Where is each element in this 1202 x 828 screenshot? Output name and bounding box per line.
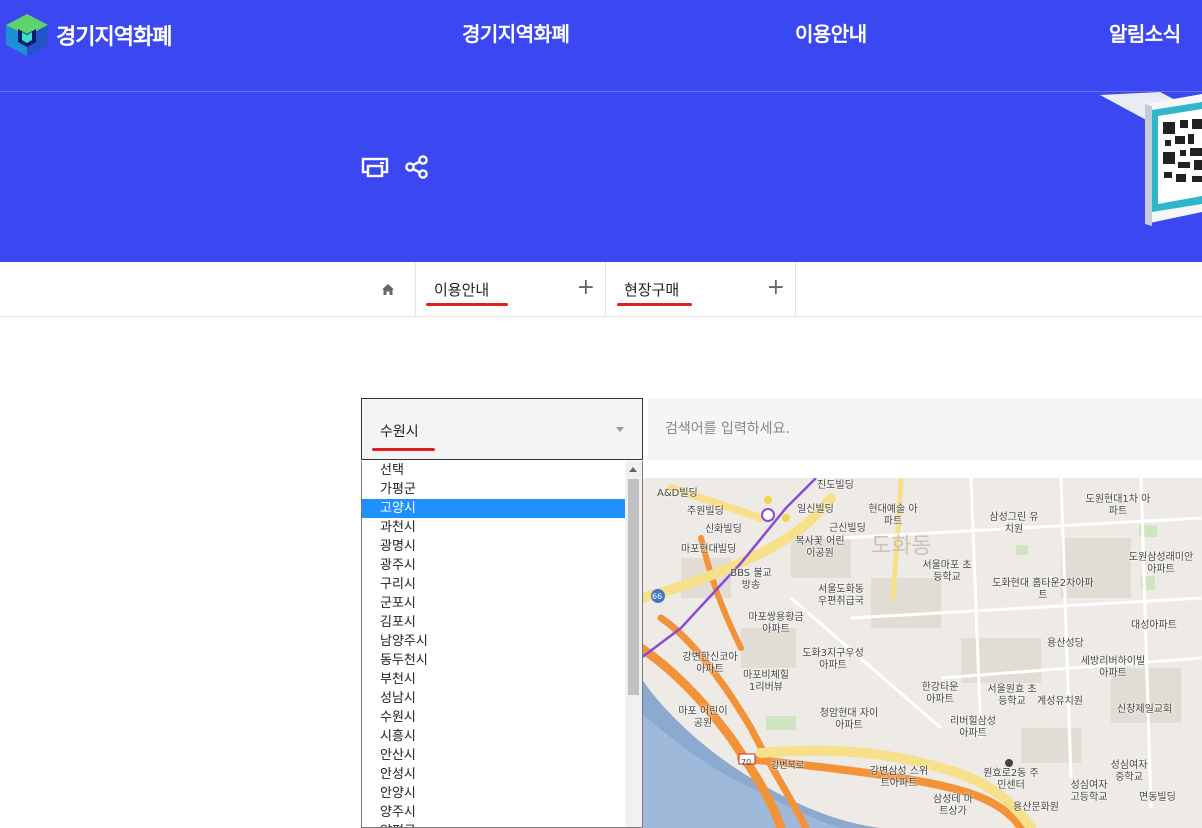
region-option[interactable]: 시흥시 xyxy=(362,727,625,746)
map-label: 한강타운 아파트 xyxy=(921,682,959,705)
qr-code-illustration xyxy=(1100,92,1202,232)
map-label: 진도빌딩 xyxy=(817,480,854,491)
map-label: 현대예술 아파트 xyxy=(868,504,918,527)
share-icon[interactable] xyxy=(402,152,432,182)
search-input[interactable] xyxy=(648,398,1202,460)
map-label: 리버힐삼성 아파트 xyxy=(950,716,996,739)
logo-cube-icon xyxy=(6,14,48,56)
region-option[interactable]: 양주시 xyxy=(362,803,625,822)
map-label: 일신빌딩 xyxy=(797,504,834,515)
nav-item-gyeonggi-currency[interactable]: 경기지역화폐 xyxy=(462,18,570,47)
breadcrumb-home[interactable] xyxy=(360,262,416,316)
map-label: 용산성당 xyxy=(1047,638,1084,649)
map-label: 성심여자 중학교 xyxy=(1110,760,1148,783)
map-label: 70 xyxy=(741,758,752,767)
scrollbar-thumb[interactable] xyxy=(628,479,639,695)
region-option[interactable]: 안산시 xyxy=(362,746,625,765)
site-logo[interactable]: 경기지역화폐 xyxy=(4,12,172,58)
map-label: 면동빌딩 xyxy=(1139,792,1176,803)
map-label: 세방리버하이빌 아파트 xyxy=(1080,656,1146,679)
map-label: 도화3지구우성 아파트 xyxy=(802,648,864,671)
site-header: 경기지역화폐 경기지역화폐 이용안내 알림소식 xyxy=(0,0,1202,262)
chevron-down-icon xyxy=(616,427,624,432)
region-option[interactable]: 과천시 xyxy=(362,518,625,537)
store-map[interactable]: A&D빌딩 주원빌딩 신화빌딩 마포현대빌딩 진도빌딩 일신빌딩 근신빌딩 복사… xyxy=(641,478,1202,828)
breadcrumb-item-onsite-purchase[interactable]: 현장구매 + xyxy=(606,262,796,316)
map-label: 대성아파트 xyxy=(1131,620,1177,631)
map-label: 도원현대1차 아파트 xyxy=(1085,494,1151,517)
map-label: 마포비체힐 1리버뷰 xyxy=(743,670,789,693)
annotation-underline xyxy=(426,303,508,306)
region-option[interactable]: 선택 xyxy=(362,461,625,480)
map-label: 강변북로 xyxy=(771,761,805,771)
region-option[interactable]: 안성시 xyxy=(362,765,625,784)
page-tools xyxy=(360,152,432,182)
region-select[interactable]: 수원시 xyxy=(361,398,643,460)
map-label: 원효로2동 주민센터 xyxy=(983,768,1039,791)
breadcrumb-label: 현장구매 xyxy=(624,280,680,299)
map-label: 서울원효 초등학교 xyxy=(987,684,1037,707)
breadcrumb: 이용안내 + 현장구매 + xyxy=(0,262,1202,317)
map-label: 삼성테 마트상가 xyxy=(933,794,973,817)
scroll-up-arrow-icon[interactable] xyxy=(629,467,637,472)
map-label: 근신빌딩 xyxy=(829,523,866,534)
region-option[interactable]: 군포시 xyxy=(362,594,625,613)
region-option[interactable]: 고양시 xyxy=(362,499,625,518)
map-label: 도화동 xyxy=(871,534,932,559)
annotation-underline xyxy=(617,303,692,306)
region-option[interactable]: 수원시 xyxy=(362,708,625,727)
map-label: 삼성그린 유치원 xyxy=(989,512,1039,535)
region-option[interactable]: 가평군 xyxy=(362,480,625,499)
map-label: 청암현대 자이아파트 xyxy=(819,708,879,731)
map-label: 복사꽃 어린이공원 xyxy=(795,536,845,559)
map-label: 도화현대 홈타운2차아파트 xyxy=(992,578,1094,601)
region-option[interactable]: 남양주시 xyxy=(362,632,625,651)
breadcrumb-label: 이용안내 xyxy=(434,280,490,299)
region-option[interactable]: 김포시 xyxy=(362,613,625,632)
region-option[interactable]: 광명시 xyxy=(362,537,625,556)
map-label: 서울마포 초등학교 xyxy=(922,560,972,583)
map-label: 신창제일교회 xyxy=(1117,704,1173,715)
top-navigation-bar: 경기지역화폐 경기지역화폐 이용안내 알림소식 xyxy=(0,0,1202,92)
dropdown-scrollbar[interactable] xyxy=(625,461,642,827)
map-label: 마포쌍용황금 아파트 xyxy=(748,612,804,635)
map-label: 66 xyxy=(652,592,663,601)
plus-icon[interactable]: + xyxy=(577,277,595,299)
region-options: 선택 가평군 고양시 과천시 광명시 광주시 구리시 군포시 김포시 남양주시 동두천시 부천시 성남시… xyxy=(362,461,625,827)
map-label: 도원삼성래미안 아파트 xyxy=(1128,552,1194,575)
map-label: BBS 불교방송 xyxy=(730,568,772,591)
map-label: 마포 어린이공원 xyxy=(678,706,728,729)
nav-item-usage-guide[interactable]: 이용안내 xyxy=(795,18,867,47)
plus-icon[interactable]: + xyxy=(767,277,785,299)
region-select-value: 수원시 xyxy=(380,424,419,440)
map-label: 강변삼성 스위트아파트 xyxy=(869,766,929,789)
print-icon[interactable] xyxy=(360,152,390,182)
annotation-underline xyxy=(372,448,435,451)
map-label: 용산문화원 xyxy=(1013,802,1059,813)
region-option[interactable]: 동두천시 xyxy=(362,651,625,670)
region-dropdown-list[interactable]: 선택 가평군 고양시 과천시 광명시 광주시 구리시 군포시 김포시 남양주시 동두천시 부천시 성남시… xyxy=(361,461,643,828)
map-label: 성심여자 고등학교 xyxy=(1070,780,1108,803)
map-label: 강변한신코아 아파트 xyxy=(682,652,738,675)
region-option[interactable]: 안양시 xyxy=(362,784,625,803)
nav-item-notices[interactable]: 알림소식 xyxy=(1109,18,1181,47)
breadcrumb-item-usage-guide[interactable]: 이용안내 + xyxy=(416,262,606,316)
map-label: 서울도화동 우편취급국 xyxy=(818,584,864,607)
map-label: 주원빌딩 xyxy=(687,506,724,517)
region-option[interactable]: 구리시 xyxy=(362,575,625,594)
logo-text: 경기지역화폐 xyxy=(56,25,172,50)
map-label: A&D빌딩 xyxy=(657,488,698,499)
map-label: 마포현대빌딩 xyxy=(681,544,737,555)
region-option[interactable]: 부천시 xyxy=(362,670,625,689)
home-icon xyxy=(381,283,394,295)
map-label: 신화빌딩 xyxy=(705,524,742,535)
region-option[interactable]: 양평군 xyxy=(362,822,625,827)
region-option[interactable]: 성남시 xyxy=(362,689,625,708)
region-option[interactable]: 광주시 xyxy=(362,556,625,575)
map-label: 계성유치원 xyxy=(1037,696,1083,707)
